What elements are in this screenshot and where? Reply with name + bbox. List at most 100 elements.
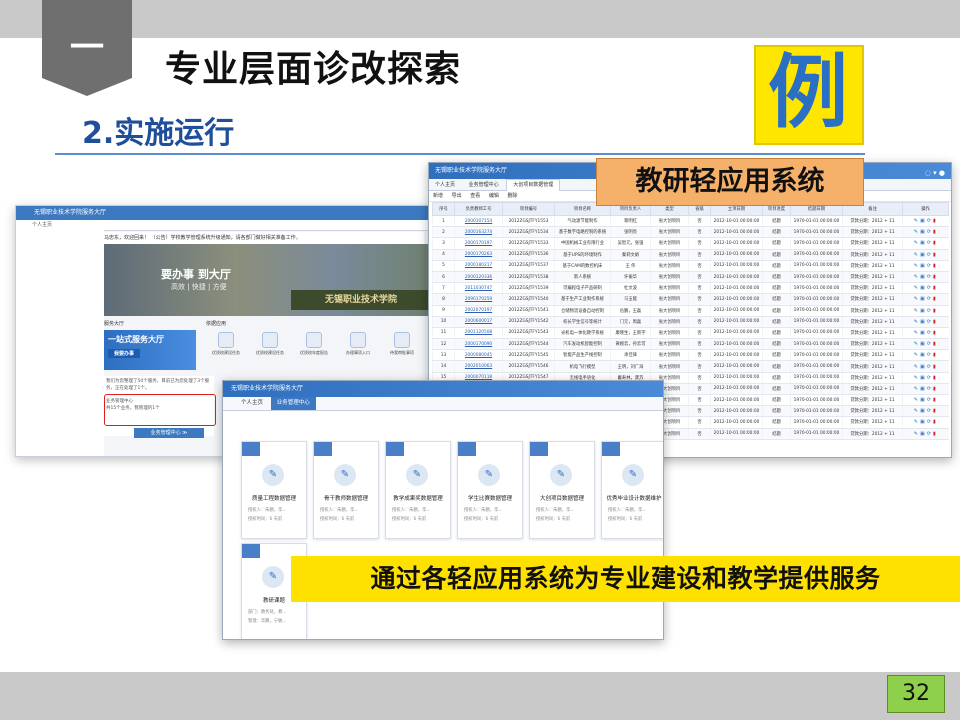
table-cell[interactable]: 2000600017: [454, 316, 503, 328]
table-cell[interactable]: 2011030747: [454, 282, 503, 295]
view-icon[interactable]: ▣: [920, 408, 927, 414]
app-item[interactable]: 办理事项入口: [336, 332, 380, 362]
table-row[interactable]: 14 2002010063 2012ZGSJTFY1546 机电飞行模型 王明，刘广海省…: [432, 360, 949, 373]
view-icon[interactable]: ▣: [920, 285, 927, 291]
table-cell[interactable]: 2000107154: [454, 215, 503, 228]
table-cell[interactable]: 2090170259: [454, 293, 503, 306]
view-icon[interactable]: ▣: [920, 431, 927, 437]
view-icon[interactable]: ▣: [920, 240, 927, 246]
view-icon[interactable]: ▣: [920, 330, 927, 336]
app-item[interactable]: 优质校年度报告: [292, 332, 336, 362]
edit-button[interactable]: 编辑: [489, 193, 499, 199]
tab-home[interactable]: 个人主页: [235, 397, 269, 410]
table-row[interactable]: 6 2000120336 2012ZGSJTFY1538 新人系统 许振华 省大创项目否 2…: [432, 271, 949, 284]
table-cell[interactable]: 2001120508: [454, 327, 503, 340]
delete-icon[interactable]: ▮: [933, 308, 938, 314]
view-button[interactable]: 查看: [470, 193, 480, 199]
table-cell[interactable]: 2000080045: [454, 349, 503, 362]
app-item[interactable]: 优质校建设任务: [248, 332, 292, 362]
business-card[interactable]: ✎ 大创项目数据管理 授权人：朱鹏，华... 授权时间：6 天前: [529, 441, 595, 539]
delete-icon[interactable]: ▮: [933, 319, 938, 325]
delete-icon[interactable]: ▮: [933, 364, 938, 370]
view-icon[interactable]: ▣: [920, 263, 927, 269]
service-hall-card[interactable]: 一站式服务大厅 我要办事: [104, 330, 196, 370]
table-row[interactable]: 9 2002070197 2012ZGSJTFY1541 仓储物流设备自动控制 岳鹏，王…: [432, 305, 949, 317]
view-icon[interactable]: ▣: [920, 274, 927, 280]
delete-icon[interactable]: ▮: [933, 252, 938, 258]
column-header[interactable]: 操作: [902, 202, 949, 216]
tab-home[interactable]: 个人主页: [429, 180, 461, 191]
table-row[interactable]: 12 2000170090 2012ZGSJTFY1544 汽车发动机智能控制 黄婉云，…: [432, 338, 949, 351]
table-cell[interactable]: 2000170263: [454, 249, 503, 261]
table-cell: 2012ZGSJTFY1542: [502, 316, 555, 328]
table-row[interactable]: 1 2000107154 2012ZGSJTFY1553 气动源节能制作 蒋明红 省大创项…: [432, 215, 949, 228]
avatar[interactable]: ●: [939, 169, 945, 177]
delete-icon[interactable]: ▮: [933, 240, 938, 246]
app-item[interactable]: 待我审批事项: [380, 332, 424, 362]
view-icon[interactable]: ▣: [920, 341, 927, 347]
table-row[interactable]: 13 2000080045 2012ZGSJTFY1545 智能产品生产线控制 承佳锋省…: [432, 349, 949, 362]
table-row[interactable]: 8 2090170259 2012ZGSJTFY1540 基于生产工业制作系统 马玉能省…: [432, 293, 949, 306]
delete-icon[interactable]: ▮: [933, 263, 938, 269]
table-cell[interactable]: 2002010063: [454, 360, 503, 373]
column-header[interactable]: 项目编号: [502, 202, 555, 216]
delete-icon[interactable]: ▮: [933, 386, 938, 392]
view-icon[interactable]: ▣: [920, 419, 927, 425]
delete-icon[interactable]: ▮: [933, 431, 938, 437]
business-card[interactable]: ✎ 骨干教师数据管理 授权人：朱鹏，华... 授权时间：6 天前: [313, 441, 379, 539]
view-icon[interactable]: ▣: [920, 296, 927, 302]
business-card[interactable]: ✎ 教学成果奖数据管理 授权人：朱鹏，华... 授权时间：6 天前: [385, 441, 451, 539]
view-icon[interactable]: ▣: [920, 364, 927, 370]
table-row[interactable]: 10 2000600017 2012ZGSJTFY1542 校长学生信号等统计 门元，周…: [432, 316, 949, 328]
delete-icon[interactable]: ▮: [933, 274, 938, 280]
delete-icon[interactable]: ▮: [933, 285, 938, 291]
tab-business-center[interactable]: 业务管理中心: [270, 397, 316, 410]
shirt-icon[interactable]: ▾: [933, 169, 937, 177]
view-icon[interactable]: ▣: [920, 229, 927, 235]
business-card[interactable]: ✎ 优秀毕业设计数据维护 授权人：朱鹏，华... 授权时间：6 天前: [601, 441, 663, 539]
table-cell[interactable]: 2000170090: [454, 338, 503, 351]
view-icon[interactable]: ▣: [920, 375, 927, 381]
table-row[interactable]: 5 2000180217 2012ZGSJTFY1537 基于CAM的数控机床王 伟省…: [432, 260, 949, 272]
delete-icon[interactable]: ▮: [933, 397, 938, 403]
chat-icon[interactable]: ◌: [925, 169, 931, 177]
column-header[interactable]: 负责教师工号: [454, 202, 503, 216]
view-icon[interactable]: ▣: [920, 352, 927, 358]
table-row[interactable]: 7 2011030747 2012ZGSJTFY1539 可编程电子产品研制 杜文波 省大…: [432, 282, 949, 295]
view-icon[interactable]: ▣: [920, 386, 927, 392]
view-icon[interactable]: ▣: [920, 218, 927, 224]
table-cell[interactable]: 2000180217: [454, 260, 503, 272]
view-icon[interactable]: ▣: [920, 252, 927, 258]
delete-icon[interactable]: ▮: [933, 375, 938, 381]
delete-icon[interactable]: ▮: [933, 296, 938, 302]
service-card-button[interactable]: 我要办事: [108, 349, 141, 358]
delete-icon[interactable]: ▮: [933, 229, 938, 235]
delete-icon[interactable]: ▮: [933, 330, 938, 336]
business-card[interactable]: ✎ 质量工程数据管理 授权人：朱鹏，华... 授权时间：6 天前: [241, 441, 307, 539]
view-icon[interactable]: ▣: [920, 319, 927, 325]
table-row[interactable]: 11 2001120508 2012ZGSJTFY1543 光机电一体化教学系统 康晓生…: [432, 327, 949, 340]
add-button[interactable]: 新增: [433, 193, 443, 199]
delete-icon[interactable]: ▮: [933, 408, 938, 414]
business-center-button[interactable]: 业务管理中心 ≫: [134, 428, 204, 438]
business-card[interactable]: ✎ 学生比赛数据管理 授权人：朱鹏，华... 授权时间：6 天前: [457, 441, 523, 539]
tab-innovation-projects[interactable]: 大创项目数据管理: [506, 179, 561, 191]
table-cell[interactable]: 2002070197: [454, 305, 503, 317]
table-row[interactable]: 2 2000163274 2012ZGSJTFY1534 基于数字电路控制的系统 张明亮…: [432, 226, 949, 239]
delete-button[interactable]: 删除: [507, 193, 517, 199]
export-button[interactable]: 导出: [452, 193, 462, 199]
table-cell[interactable]: 2000120336: [454, 271, 503, 284]
view-icon[interactable]: ▣: [920, 308, 927, 314]
app-item[interactable]: 优质校建设任务: [204, 332, 248, 362]
delete-icon[interactable]: ▮: [933, 341, 938, 347]
column-header[interactable]: 序号: [432, 202, 455, 216]
table-cell[interactable]: 2000163274: [454, 226, 503, 239]
view-icon[interactable]: ▣: [920, 397, 927, 403]
delete-icon[interactable]: ▮: [933, 419, 938, 425]
delete-icon[interactable]: ▮: [933, 352, 938, 358]
delete-icon[interactable]: ▮: [933, 218, 938, 224]
table-row[interactable]: 3 2000170197 2012ZGSJTFY1533 中国机械工业有限行业 吴智元，…: [432, 237, 949, 250]
table-row[interactable]: 4 2000170263 2012ZGSJTFY1536 基于UPS的环境制作 秦莉文娟…: [432, 249, 949, 261]
tab-business-center[interactable]: 业务管理中心: [463, 180, 505, 191]
table-cell[interactable]: 2000170197: [454, 237, 503, 250]
